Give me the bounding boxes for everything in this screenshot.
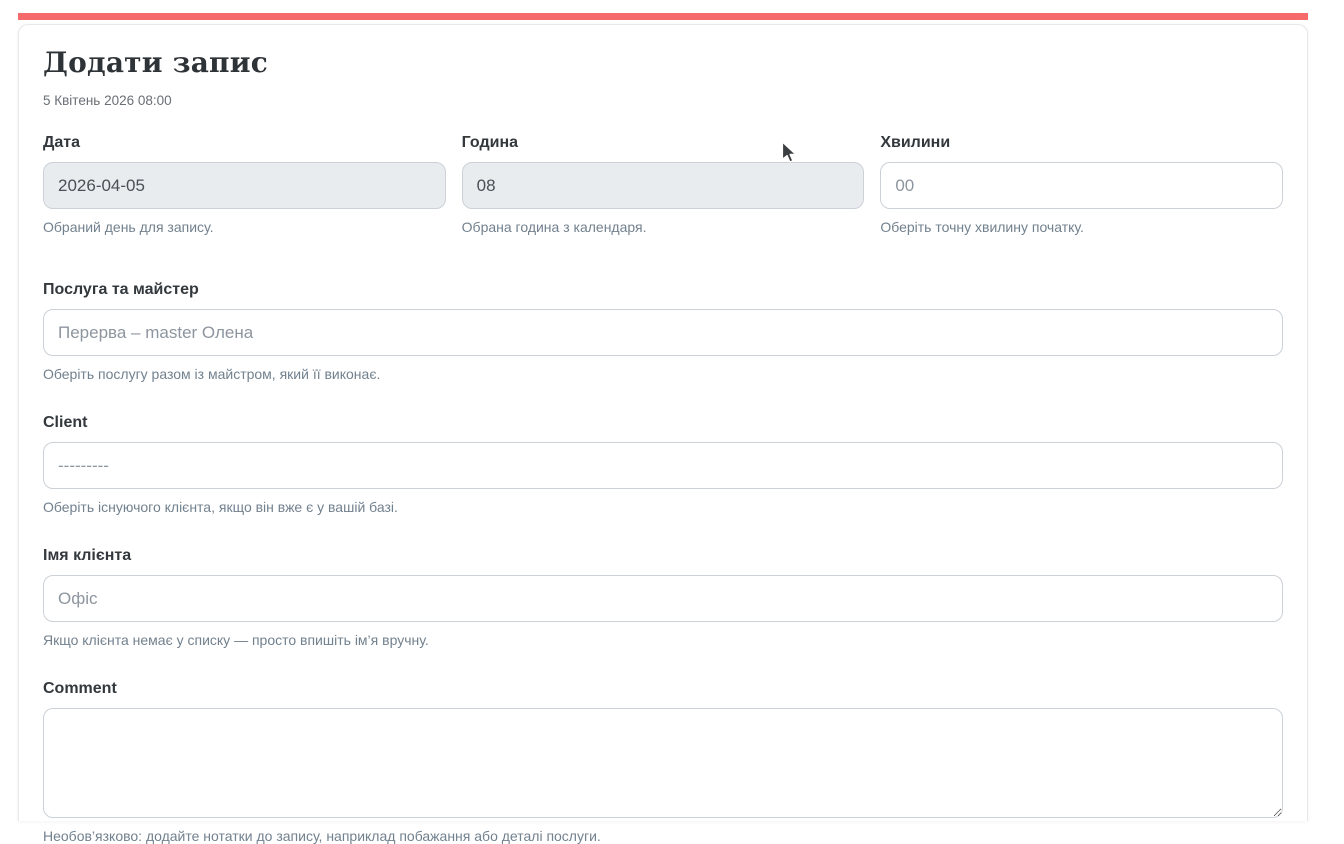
comment-help-text: Необов’язково: додайте нотатки до запису… bbox=[43, 828, 1283, 844]
date-input[interactable] bbox=[43, 162, 446, 209]
client-name-field-group: Імя клієнта Якщо клієнта немає у списку … bbox=[43, 547, 1283, 648]
comment-field-group: Comment Необов’язково: додайте нотатки д… bbox=[43, 680, 1283, 844]
client-name-label: Імя клієнта bbox=[43, 547, 1283, 565]
date-help-text: Обраний день для запису. bbox=[43, 219, 446, 235]
minute-input[interactable] bbox=[880, 162, 1283, 209]
datetime-row: Дата Обраний день для запису. Година Обр… bbox=[43, 134, 1283, 235]
minute-label: Хвилини bbox=[880, 134, 1283, 152]
comment-textarea[interactable] bbox=[43, 708, 1283, 818]
hour-input[interactable] bbox=[462, 162, 865, 209]
hour-label: Година bbox=[462, 134, 865, 152]
service-label: Послуга та майстер bbox=[43, 281, 1283, 299]
service-select[interactable] bbox=[43, 309, 1283, 356]
accent-bar bbox=[18, 13, 1308, 20]
add-record-card: Додати запис 5 Квітень 2026 08:00 Дата О… bbox=[18, 24, 1308, 821]
selected-datetime-text: 5 Квітень 2026 08:00 bbox=[43, 93, 1283, 108]
client-help-text: Оберіть існуючого клієнта, якщо він вже … bbox=[43, 499, 1283, 515]
hour-help-text: Обрана година з календаря. bbox=[462, 219, 865, 235]
client-select[interactable] bbox=[43, 442, 1283, 489]
hour-field-group: Година Обрана година з календаря. bbox=[462, 134, 865, 235]
minute-help-text: Оберіть точну хвилину початку. bbox=[880, 219, 1283, 235]
client-name-help-text: Якщо клієнта немає у списку — просто впи… bbox=[43, 632, 1283, 648]
service-help-text: Оберіть послугу разом із майстром, який … bbox=[43, 366, 1283, 382]
client-field-group: Client Оберіть існуючого клієнта, якщо в… bbox=[43, 414, 1283, 515]
page-title: Додати запис bbox=[43, 47, 1283, 79]
service-field-group: Послуга та майстер Оберіть послугу разом… bbox=[43, 281, 1283, 382]
comment-label: Comment bbox=[43, 680, 1283, 698]
date-label: Дата bbox=[43, 134, 446, 152]
minute-field-group: Хвилини Оберіть точну хвилину початку. bbox=[880, 134, 1283, 235]
client-label: Client bbox=[43, 414, 1283, 432]
client-name-input[interactable] bbox=[43, 575, 1283, 622]
date-field-group: Дата Обраний день для запису. bbox=[43, 134, 446, 235]
